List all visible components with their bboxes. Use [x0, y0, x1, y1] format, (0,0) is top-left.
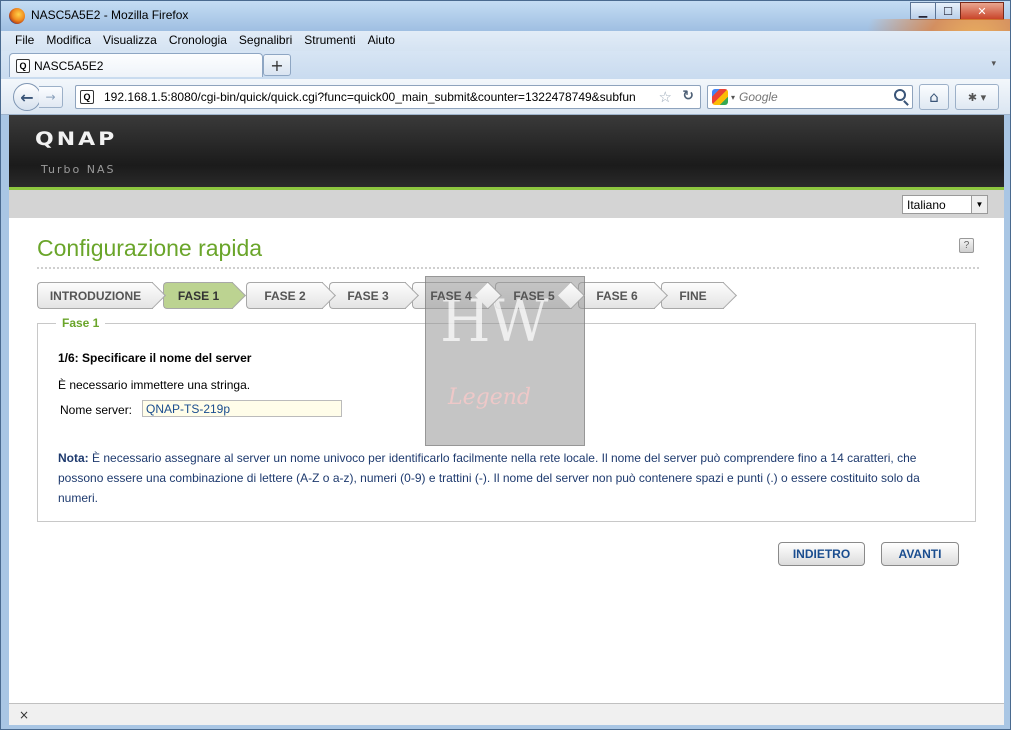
addon-button[interactable]: ✱ ▾ — [955, 84, 999, 110]
minimize-button[interactable]: ▁ — [910, 2, 936, 20]
step-fase-1[interactable]: FASE 1 — [163, 282, 233, 309]
tab-nasc5a5e2[interactable]: Q NASC5A5E2 — [9, 53, 263, 77]
step-fase-2[interactable]: FASE 2 — [246, 282, 323, 309]
page-viewport: QNAP Turbo NAS Italiano ▼ Configurazione… — [9, 115, 1004, 703]
chevron-down-icon[interactable]: ▼ — [971, 196, 987, 213]
step-label: FASE 3 — [347, 288, 389, 303]
note-body: È necessario assegnare al server un nome… — [58, 451, 920, 505]
language-bar: Italiano ▼ — [9, 190, 1004, 218]
close-button[interactable]: ✕ — [960, 2, 1004, 20]
tab-list-dropdown-icon[interactable]: ▾ — [991, 59, 996, 69]
back-step-button[interactable]: INDIETRO — [778, 542, 865, 566]
google-engine-icon[interactable] — [712, 89, 728, 105]
tab-label: NASC5A5E2 — [34, 58, 104, 73]
step-introduzione[interactable]: INTRODUZIONE — [37, 282, 153, 309]
step-label: FASE 4 — [430, 288, 472, 303]
step-label: FINE — [679, 288, 707, 303]
menu-aiuto[interactable]: Aiuto — [362, 31, 401, 51]
step-label: FASE 5 — [513, 288, 555, 303]
step-heading: 1/6: Specificare il nome del server — [58, 351, 252, 365]
back-forward-group: ← → — [13, 83, 69, 111]
navigation-bar: ← → Q 192.168.1.5:8080/cgi-bin/quick/qui… — [1, 79, 1010, 115]
forward-button[interactable]: → — [39, 86, 63, 108]
turbo-nas-label: Turbo NAS — [41, 163, 116, 176]
step-fine[interactable]: FINE — [661, 282, 724, 309]
qnap-logo: QNAP — [35, 128, 118, 151]
reload-icon[interactable]: ↻ — [682, 88, 694, 104]
step-label: INTRODUZIONE — [49, 288, 142, 303]
search-bar[interactable]: ▾ Google — [707, 85, 913, 109]
help-icon[interactable]: ? — [959, 238, 974, 253]
step-fase-3[interactable]: FASE 3 — [329, 282, 406, 309]
menu-visualizza[interactable]: Visualizza — [97, 31, 163, 51]
language-select[interactable]: Italiano ▼ — [902, 195, 988, 214]
step-label: FASE 6 — [596, 288, 638, 303]
firefox-logo-icon — [9, 8, 25, 24]
requirement-text: È necessario immettere una stringa. — [58, 378, 251, 392]
maximize-button[interactable]: ☐ — [935, 2, 961, 20]
status-bar: × — [9, 703, 1004, 725]
page-title: Configurazione rapida — [37, 235, 263, 261]
qnap-favicon-icon: Q — [16, 58, 30, 73]
step-label: FASE 1 — [177, 288, 220, 303]
menu-segnalibri[interactable]: Segnalibri — [233, 31, 298, 51]
window-title: NASC5A5E2 - Mozilla Firefox — [31, 8, 189, 22]
menu-modifica[interactable]: Modifica — [40, 31, 97, 51]
qnap-header: QNAP Turbo NAS — [9, 115, 1004, 187]
home-icon: ⌂ — [929, 88, 939, 106]
menu-cronologia[interactable]: Cronologia — [163, 31, 233, 51]
language-value: Italiano — [907, 198, 946, 212]
server-name-label: Nome server: — [60, 403, 133, 417]
title-divider — [37, 267, 979, 269]
step-label: FASE 2 — [264, 288, 306, 303]
watermark-legend: Legend — [448, 385, 531, 410]
next-step-button[interactable]: AVANTI — [881, 542, 959, 566]
browser-window: NASC5A5E2 - Mozilla Firefox ▁ ☐ ✕ File M… — [0, 0, 1011, 730]
server-name-input[interactable] — [142, 400, 342, 417]
engine-dropdown-icon[interactable]: ▾ — [731, 93, 735, 102]
bookmark-star-icon[interactable]: ☆ — [659, 88, 672, 106]
back-button[interactable]: ← — [13, 83, 41, 111]
note-text: Nota: È necessario assegnare al server u… — [58, 448, 958, 508]
note-label: Nota: — [58, 451, 89, 465]
home-button[interactable]: ⌂ — [919, 84, 949, 110]
search-icon[interactable] — [894, 89, 906, 101]
step-fase-6[interactable]: FASE 6 — [578, 282, 655, 309]
back-arrow-icon: ← — [20, 87, 34, 107]
menu-bar: File Modifica Visualizza Cronologia Segn… — [1, 31, 1010, 51]
close-findbar-icon[interactable]: × — [19, 708, 29, 722]
panel-legend: Fase 1 — [56, 316, 106, 330]
url-text[interactable]: 192.168.1.5:8080/cgi-bin/quick/quick.cgi… — [104, 90, 636, 104]
puzzle-icon: ✱ ▾ — [967, 90, 987, 104]
forward-arrow-icon: → — [45, 90, 56, 104]
window-controls: ▁ ☐ ✕ — [910, 2, 1004, 20]
site-favicon-icon: Q — [80, 90, 94, 104]
new-tab-button[interactable]: + — [263, 54, 291, 76]
tab-strip: Q NASC5A5E2 + ▾ — [1, 51, 1010, 79]
menu-file[interactable]: File — [9, 31, 40, 51]
address-bar[interactable]: Q 192.168.1.5:8080/cgi-bin/quick/quick.c… — [75, 85, 701, 109]
menu-strumenti[interactable]: Strumenti — [298, 31, 361, 51]
search-placeholder[interactable]: Google — [739, 90, 778, 104]
